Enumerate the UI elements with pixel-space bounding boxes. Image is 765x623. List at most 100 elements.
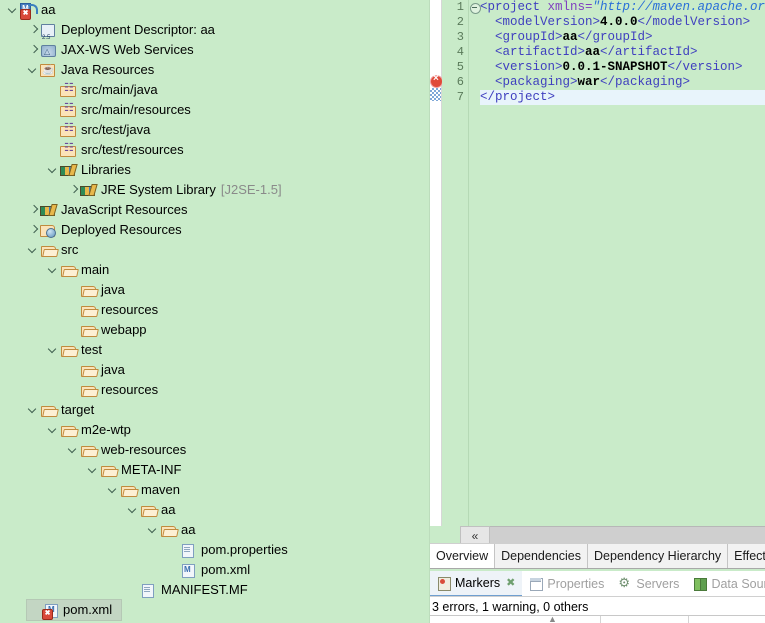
source-folder-icon bbox=[60, 142, 78, 158]
tree-item-resources[interactable]: resources bbox=[0, 300, 430, 320]
code-line[interactable]: <packaging>war</packaging> bbox=[480, 75, 765, 90]
tree-item-maven[interactable]: maven bbox=[0, 480, 430, 500]
tree-item-javascript-resources[interactable]: JavaScript Resources bbox=[0, 200, 430, 220]
form-tab-scroll-track[interactable] bbox=[460, 526, 765, 544]
tree-item-src-main-java[interactable]: src/main/java bbox=[0, 80, 430, 100]
chevron-down-icon[interactable] bbox=[27, 240, 40, 260]
code-line[interactable]: <groupId>aa</groupId> bbox=[480, 30, 765, 45]
form-tab-label: Effective bbox=[734, 549, 765, 563]
library-icon bbox=[60, 162, 78, 178]
markers-table-header[interactable]: ▲ bbox=[430, 615, 765, 623]
tree-item-java[interactable]: java bbox=[0, 360, 430, 380]
tree-item-label: aa bbox=[181, 522, 196, 537]
code-line[interactable]: </project> bbox=[480, 90, 765, 105]
tree-item-src-main-resources[interactable]: src/main/resources bbox=[0, 100, 430, 120]
chevron-right-icon[interactable] bbox=[27, 220, 40, 240]
chevron-down-icon[interactable] bbox=[147, 520, 160, 540]
chevron-down-icon[interactable] bbox=[47, 260, 60, 280]
column-separator[interactable] bbox=[688, 616, 689, 623]
error-badge-icon: ✖ bbox=[42, 609, 53, 620]
chevron-down-icon[interactable] bbox=[67, 440, 80, 460]
folder-icon bbox=[41, 405, 56, 417]
tree-item-src[interactable]: src bbox=[0, 240, 430, 260]
tree-item-test[interactable]: test bbox=[0, 340, 430, 360]
folder-icon bbox=[80, 282, 98, 298]
tree-item-aa[interactable]: ✖ aa bbox=[0, 0, 430, 20]
tree-item-webapp[interactable]: webapp bbox=[0, 320, 430, 340]
form-tab-dependency-hierarchy[interactable]: Dependency Hierarchy bbox=[588, 544, 729, 568]
form-tab-label: Overview bbox=[436, 549, 489, 563]
tree-item-libraries[interactable]: Libraries bbox=[0, 160, 430, 180]
tree-item-src-test-resources[interactable]: src/test/resources bbox=[0, 140, 430, 160]
tree-item-src-test-java[interactable]: src/test/java bbox=[0, 120, 430, 140]
tree-item-meta-inf[interactable]: META-INF bbox=[0, 460, 430, 480]
code-line[interactable]: <project xmlns="http://maven.apache.org/… bbox=[480, 0, 765, 15]
chevron-down-icon[interactable] bbox=[107, 480, 120, 500]
view-tab-servers[interactable]: Servers bbox=[611, 571, 686, 596]
tree-item-label: Libraries bbox=[81, 162, 131, 177]
chevron-right-icon[interactable] bbox=[27, 20, 40, 40]
source-folder-icon bbox=[60, 122, 78, 138]
tree-item-deployed-resources[interactable]: Deployed Resources bbox=[0, 220, 430, 240]
code-line[interactable]: <artifactId>aa</artifactId> bbox=[480, 45, 765, 60]
tree-item-java[interactable]: java bbox=[0, 280, 430, 300]
tree-item-target[interactable]: target bbox=[0, 400, 430, 420]
folder-icon bbox=[41, 245, 56, 257]
pom-editor-form-tabs[interactable]: Overview Dependencies Dependency Hierarchy… bbox=[430, 543, 765, 569]
view-tab-data-sourc[interactable]: Data Sourc bbox=[686, 571, 765, 596]
eclipse-workbench: ✖ aa Deployment Descriptor: aa JAX-WS Web S… bbox=[0, 0, 765, 623]
chevron-down-icon[interactable] bbox=[47, 160, 60, 180]
tree-item-pom-xml[interactable]: ✖ pom.xml bbox=[27, 600, 121, 620]
tree-item-m2e-wtp[interactable]: m2e-wtp bbox=[0, 420, 430, 440]
view-tab-markers[interactable]: Markers ✖ bbox=[430, 571, 523, 596]
form-tab-dependencies[interactable]: Dependencies bbox=[495, 544, 589, 568]
chevron-down-icon[interactable] bbox=[7, 0, 20, 20]
chevron-down-icon[interactable] bbox=[27, 400, 40, 420]
tree-item-pom-properties[interactable]: pom.properties bbox=[0, 540, 430, 560]
code-line[interactable]: <modelVersion>4.0.0</modelVersion> bbox=[480, 15, 765, 30]
folder-icon bbox=[80, 442, 98, 458]
tree-item-resources[interactable]: resources bbox=[0, 380, 430, 400]
editor-code-area[interactable]: <project xmlns="http://maven.apache.org/… bbox=[480, 0, 765, 528]
column-separator[interactable] bbox=[600, 616, 601, 623]
tree-item-aa[interactable]: aa bbox=[0, 520, 430, 540]
code-line[interactable]: <version>0.0.1-SNAPSHOT</version> bbox=[480, 60, 765, 75]
tree-item-java-resources[interactable]: Java Resources bbox=[0, 60, 430, 80]
folder-icon bbox=[80, 302, 98, 318]
pom-xml-editor[interactable]: 1234567 <project xmlns="http://maven.apa… bbox=[430, 0, 765, 543]
tree-item-web-resources[interactable]: web-resources bbox=[0, 440, 430, 460]
code-token: </artifactId> bbox=[600, 45, 698, 59]
form-tab-effective[interactable]: Effective bbox=[728, 544, 765, 568]
tree-item-label: JAX-WS Web Services bbox=[61, 42, 194, 57]
code-token: </packaging> bbox=[600, 75, 691, 89]
source-folder-icon bbox=[60, 82, 78, 98]
tree-item-aa[interactable]: aa bbox=[0, 500, 430, 520]
tree-item-main[interactable]: main bbox=[0, 260, 430, 280]
tree-item-pom-xml[interactable]: pom.xml bbox=[0, 560, 430, 580]
chevron-down-icon[interactable] bbox=[27, 60, 40, 80]
tree-item-suffix: [J2SE-1.5] bbox=[220, 182, 282, 197]
tree-item-jre-system-library[interactable]: JRE System Library [J2SE-1.5] bbox=[0, 180, 430, 200]
folder-icon bbox=[121, 485, 136, 497]
chevron-right-icon[interactable] bbox=[67, 180, 80, 200]
chevron-down-icon[interactable] bbox=[47, 340, 60, 360]
chevron-right-icon[interactable] bbox=[27, 200, 40, 220]
chevron-down-icon[interactable] bbox=[127, 500, 140, 520]
package-explorer-tree[interactable]: ✖ aa Deployment Descriptor: aa JAX-WS Web S… bbox=[0, 0, 430, 623]
view-tab-properties[interactable]: Properties bbox=[522, 571, 611, 596]
close-icon[interactable]: ✖ bbox=[506, 576, 515, 589]
markers-view-tab-strip[interactable]: Markers ✖ Properties Servers Data Sourc bbox=[430, 571, 765, 597]
source-folder-icon bbox=[60, 102, 78, 118]
chevron-down-icon[interactable] bbox=[47, 420, 60, 440]
tree-item-manifest-mf[interactable]: MANIFEST.MF bbox=[0, 580, 430, 600]
form-tab-overview[interactable]: Overview bbox=[430, 544, 496, 568]
tree-item-deployment-descriptor-aa[interactable]: Deployment Descriptor: aa bbox=[0, 20, 430, 40]
tree-item-jax-ws-web-services[interactable]: JAX-WS Web Services bbox=[0, 40, 430, 60]
chevron-right-icon[interactable] bbox=[27, 40, 40, 60]
folder-icon bbox=[61, 265, 76, 277]
chevron-down-icon[interactable] bbox=[87, 460, 100, 480]
editor-annotation-ruler[interactable] bbox=[430, 0, 443, 528]
code-token: 4.0.0 bbox=[600, 15, 638, 29]
